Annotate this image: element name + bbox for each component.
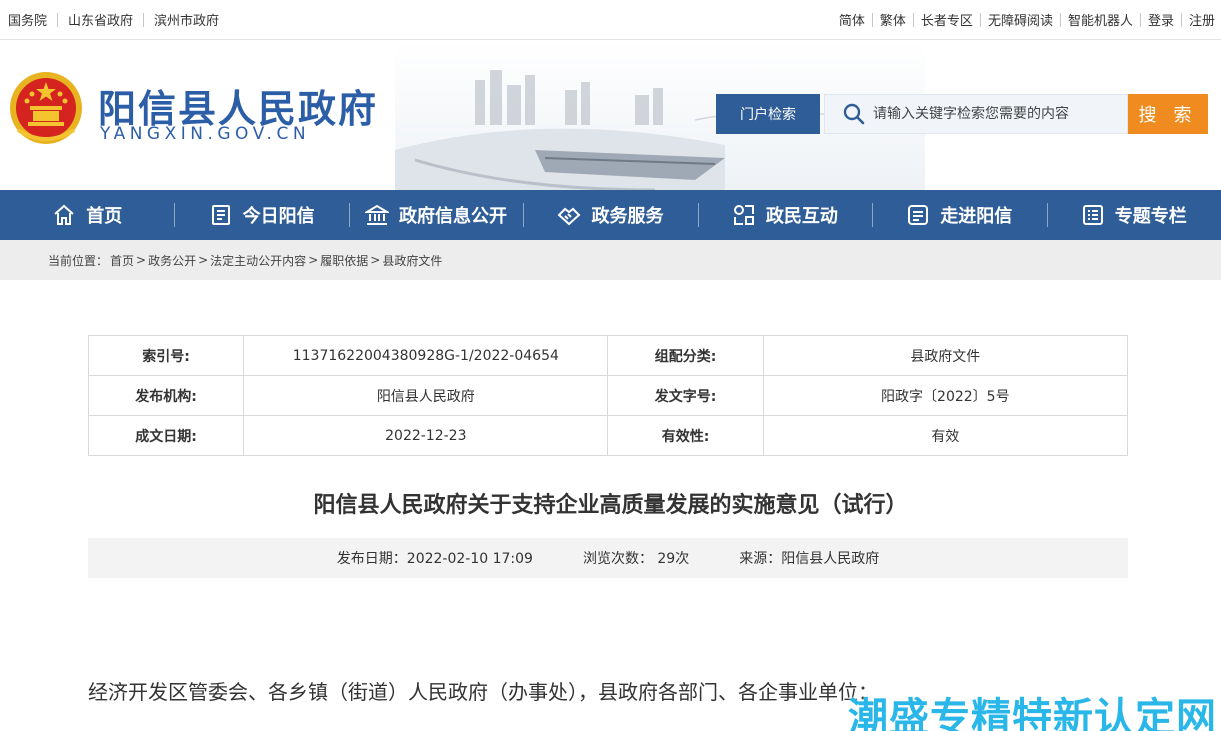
divider [57,12,59,27]
nav-label: 政务服务 [591,206,664,227]
article-title: 阳信县人民政府关于支持企业高质量发展的实施意见（试行） [313,493,908,518]
top-left-links: 国务院 山东省政府 滨州市政府 [0,10,219,29]
album-icon [908,205,929,225]
home-icon [54,204,74,225]
handshake-icon [558,207,581,226]
nav-label: 政民互动 [765,206,838,227]
breadcrumb-item-county-docs[interactable]: 县政府文件 [382,252,442,269]
link-register[interactable]: 注册 [1189,10,1215,29]
view-count: 浏览次数： 29次 [582,551,690,567]
nav-label: 政府信息公开 [399,206,508,227]
site-domain: YANGXIN.GOV.CN [100,124,311,144]
divider [979,12,981,27]
divider [871,12,873,27]
nav-label: 专题专栏 [1114,206,1187,227]
meta-key-written-date: 成文日期: [87,415,245,456]
nav-home[interactable]: 首页 [0,190,174,240]
breadcrumb-separator: > [198,253,209,267]
news-icon [211,205,230,225]
site-header: 阳信县人民政府 YANGXIN.GOV.CN 门户检索 搜 索 [0,40,1221,190]
top-right-links: 简体 繁体 长者专区 无障碍阅读 智能机器人 登录 注册 [839,10,1221,29]
search-input[interactable] [873,106,1113,122]
article-body-first-line: 经济开发区管委会、各乡镇（街道）人民政府（办事处），县政府各部门、各企事业单位： [88,680,878,704]
nav-gov-services[interactable]: 政务服务 [523,190,697,240]
meta-key-index: 索引号: [87,335,245,376]
divider [1139,12,1141,27]
divider [1059,12,1061,27]
article-info-bar: 发布日期：2022-02-10 17:09 浏览次数： 29次 来源：阳信县人民… [88,538,1128,578]
meta-value-written-date: 2022-12-23 [243,415,609,456]
meta-value-validity: 有效 [762,415,1129,456]
publish-date: 发布日期：2022-02-10 17:09 [336,551,533,567]
meta-value-category: 县政府文件 [762,335,1129,376]
breadcrumb-separator: > [370,253,381,267]
meta-key-category: 组配分类: [607,335,764,376]
meta-value-doc-number: 阳政字〔2022〕5号 [762,375,1129,416]
nav-public-interaction[interactable]: 政民互动 [697,190,872,240]
table-row: 索引号: 11371622004380928G-1/2022-04654 组配分… [87,335,1129,376]
top-bar: 国务院 山东省政府 滨州市政府 简体 繁体 长者专区 无障碍阅读 智能机器人 登… [0,0,1221,40]
nav-enter-yangxin[interactable]: 走进阳信 [872,190,1046,240]
divider [912,12,914,27]
meta-value-index: 11371622004380928G-1/2022-04654 [243,335,609,376]
search-button[interactable]: 搜 索 [1128,94,1208,134]
portal-search-button[interactable]: 门户检索 [716,94,820,134]
meta-key-doc-number: 发文字号: [607,375,764,416]
divider [1180,12,1182,27]
table-row: 发布机构: 阳信县人民政府 发文字号: 阳政字〔2022〕5号 [87,375,1129,416]
search-box [824,94,1128,134]
interaction-icon [733,205,754,225]
nav-label: 走进阳信 [940,206,1013,227]
breadcrumb-item-gov-affairs[interactable]: 政务公开 [148,252,196,269]
article-source: 来源：阳信县人民政府 [739,551,880,567]
breadcrumb-item-home[interactable]: 首页 [110,252,134,269]
link-shandong-gov[interactable]: 山东省政府 [68,10,133,29]
breadcrumb-separator: > [308,253,319,267]
link-binzhou-gov[interactable]: 滨州市政府 [154,10,219,29]
meta-key-validity: 有效性: [607,415,764,456]
nav-gov-info-public[interactable]: 政府信息公开 [348,190,523,240]
list-icon [1082,205,1103,225]
government-building-icon [365,204,390,225]
link-traditional[interactable]: 繁体 [880,10,906,29]
link-simplified[interactable]: 简体 [839,10,865,29]
link-robot[interactable]: 智能机器人 [1068,10,1133,29]
table-row: 成文日期: 2022-12-23 有效性: 有效 [87,415,1129,456]
link-state-council[interactable]: 国务院 [8,10,47,29]
nav-special-topics[interactable]: 专题专栏 [1046,190,1221,240]
nav-label: 首页 [86,206,123,227]
nav-label: 今日阳信 [242,206,315,227]
main-nav: 首页 今日阳信 政府信息公开 政务服务 政民互动 走进阳信 专题专栏 [0,190,1221,240]
link-login[interactable]: 登录 [1148,10,1174,29]
breadcrumb-item-statutory-content[interactable]: 法定主动公开内容 [210,252,306,269]
link-elderly-zone[interactable]: 长者专区 [921,10,973,29]
breadcrumb-item-duty-basis[interactable]: 履职依据 [320,252,368,269]
search-icon [843,103,865,125]
document-meta-table: 索引号: 11371622004380928G-1/2022-04654 组配分… [87,335,1129,456]
national-emblem-icon [10,72,82,144]
link-accessibility[interactable]: 无障碍阅读 [988,10,1053,29]
watermark-text: 潮盛专精特新认定网 [848,695,1217,731]
breadcrumb-prefix: 当前位置： [48,253,109,268]
breadcrumb-separator: > [136,253,147,267]
meta-key-publisher: 发布机构: [87,375,245,416]
divider [143,12,145,27]
meta-value-publisher: 阳信县人民政府 [243,375,609,416]
nav-today-yangxin[interactable]: 今日阳信 [174,190,348,240]
breadcrumb: 当前位置： 首页 > 政务公开 > 法定主动公开内容 > 履职依据 > 县政府文件 [0,240,1221,280]
